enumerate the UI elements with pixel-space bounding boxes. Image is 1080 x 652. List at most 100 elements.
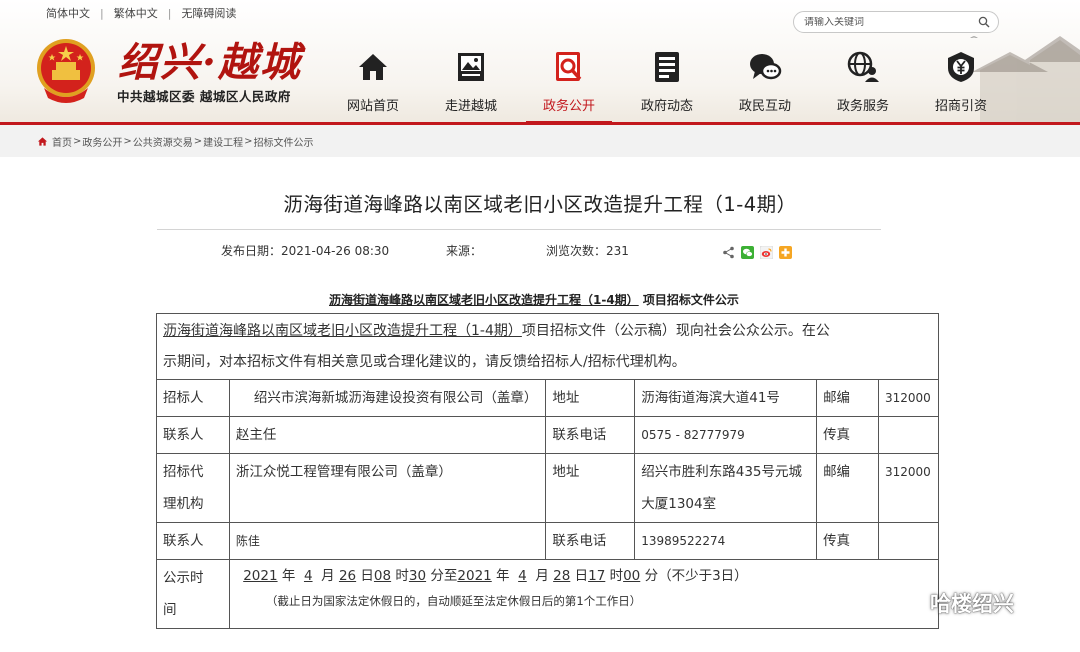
breadcrumb-construction[interactable]: 建设工程 xyxy=(203,134,243,149)
end-day: 28 xyxy=(553,568,571,584)
breadcrumb-home[interactable]: 首页 xyxy=(52,134,72,149)
nav-label: 政民互动 xyxy=(738,99,791,114)
agency-fax-value xyxy=(877,522,940,560)
table-row: 招标代 理机构 浙江众悦工程管理有限公司（盖章） 地址 绍兴市胜利东路435号元… xyxy=(156,453,940,523)
agency-address-value: 绍兴市胜利东路435号元城大厦1304室 xyxy=(634,453,818,523)
share-bar xyxy=(722,244,792,260)
table-row: 沥海街道海峰路以南区域老旧小区改造提升工程（1-4期）项目招标文件（公示稿）现向… xyxy=(156,313,939,380)
year-label: 年 xyxy=(281,568,296,584)
breadcrumb: 首页 > 政务公开 > 公共资源交易 > 建设工程 > 招标文件公示 xyxy=(0,125,1080,157)
wechat-logo-icon xyxy=(888,588,923,617)
qzone-icon[interactable] xyxy=(779,244,792,259)
agency-postcode-label: 邮编 xyxy=(816,453,879,523)
breadcrumb-separator: > xyxy=(73,135,82,147)
nav-label: 网站首页 xyxy=(346,99,399,114)
agency-phone-label: 联系电话 xyxy=(545,522,636,560)
minute-label: 分 xyxy=(644,568,659,584)
tenderer-address-label: 地址 xyxy=(545,379,636,417)
nav-item-interaction[interactable]: 政民互动 xyxy=(716,44,814,122)
intro-cell: 沥海街道海峰路以南区域老旧小区改造提升工程（1-4期）项目招标文件（公示稿）现向… xyxy=(156,313,939,380)
nav-item-home[interactable]: 网站首页 xyxy=(324,44,422,122)
site-subtitle: 中共越城区委 越城区人民政府 xyxy=(117,89,291,104)
day-label: 日 xyxy=(574,568,589,584)
tenderer-phone-value: 0575 - 82777979 xyxy=(634,416,818,454)
breadcrumb-separator: > xyxy=(244,135,253,147)
wechat-watermark: 哈楼绍兴 xyxy=(888,588,1014,618)
tenderer-phone-label: 联系电话 xyxy=(545,416,636,454)
hour-label: 时 xyxy=(609,568,624,584)
agency-contact-label: 联系人 xyxy=(156,522,230,560)
tenderer-label: 招标人 xyxy=(156,379,230,417)
table-row: 联系人 陈佳 联系电话 13989522274 传真 xyxy=(156,522,940,560)
search-input[interactable] xyxy=(804,16,969,28)
nav-item-services[interactable]: 政务服务 xyxy=(814,44,912,122)
period-range: 2021 年 4 月 26 日08 时30 分至2021 年 4 月 28 日1… xyxy=(238,562,932,590)
nav-label: 招商引资 xyxy=(934,99,987,114)
chat-icon xyxy=(750,54,782,80)
top-link-simplified[interactable]: 简体中文 xyxy=(46,5,90,21)
source: 来源： xyxy=(446,242,482,259)
nav-label: 走进越城 xyxy=(444,99,497,114)
picture-icon xyxy=(458,53,484,81)
breadcrumb-gov-affairs[interactable]: 政务公开 xyxy=(82,134,122,149)
table-row: 联系人 赵主任 联系电话 0575 - 82777979 传真 xyxy=(156,416,940,454)
search-box xyxy=(793,11,999,33)
nav-label: 政府动态 xyxy=(640,99,693,114)
period-note: （不少于3日） xyxy=(658,568,748,584)
breadcrumb-separator: > xyxy=(193,135,203,147)
subheading-project-name: 沥海街道海峰路以南区域老旧小区改造提升工程（1-4期） xyxy=(329,293,639,307)
tenderer-fax-value xyxy=(877,416,940,454)
source-label: 来源： xyxy=(446,244,483,258)
nav-item-news[interactable]: 政府动态 xyxy=(618,44,716,122)
top-link-traditional[interactable]: 繁体中文 xyxy=(114,5,158,21)
title-divider xyxy=(157,229,881,230)
period-label-line-1: 公示时 xyxy=(163,570,204,586)
minute-to-label: 分至 xyxy=(430,568,458,584)
hour-label: 时 xyxy=(395,568,409,584)
share-icon[interactable] xyxy=(722,244,735,259)
period-value: 2021 年 4 月 26 日08 时30 分至2021 年 4 月 28 日1… xyxy=(228,559,940,629)
nav-item-gov-affairs[interactable]: 政务公开 xyxy=(520,44,618,122)
national-emblem-logo xyxy=(37,39,95,103)
period-label-line-2: 间 xyxy=(163,602,177,618)
view-count: 浏览次数：231 xyxy=(546,242,629,259)
top-link-accessible[interactable]: 无障碍阅读 xyxy=(181,5,236,21)
watermark-text: 哈楼绍兴 xyxy=(930,592,1014,616)
start-day: 26 xyxy=(338,568,357,584)
intro-text-1: 项目招标文件（公示稿）现向社会公众公示。在公 xyxy=(521,323,830,339)
publish-label: 发布日期： xyxy=(221,244,282,258)
divider: | xyxy=(100,6,104,20)
site-header: 简体中文 | 繁体中文 | 无障碍阅读 绍兴·越城 中共越城区委 越城区人民政府… xyxy=(0,0,1080,122)
views-label: 浏览次数： xyxy=(546,244,607,258)
period-footnote: （截止日为国家法定休假日的，自动顺延至法定休假日后的第1个工作日） xyxy=(265,594,642,608)
breadcrumb-public-trade[interactable]: 公共资源交易 xyxy=(133,134,193,149)
globe-user-icon xyxy=(847,51,879,82)
tenderer-contact-label: 联系人 xyxy=(156,416,230,454)
weibo-icon[interactable] xyxy=(759,244,774,260)
publish-date: 发布日期：2021-04-26 08:30 xyxy=(221,242,389,259)
tenderer-postcode-value: 312000 xyxy=(877,379,940,417)
home-icon xyxy=(37,136,48,146)
tenderer-value: 绍兴市滨海新城沥海建设投资有限公司（盖章） xyxy=(228,379,547,417)
start-month: 4 xyxy=(303,568,313,584)
end-year: 2021 xyxy=(457,568,492,584)
main-nav: 网站首页 走进越城 政务公开 政府动态 政民互动 政务服务 招商引资 xyxy=(324,44,1010,122)
search-icon[interactable] xyxy=(978,16,990,28)
breadcrumb-current[interactable]: 招标文件公示 xyxy=(254,134,314,149)
nav-item-investment[interactable]: 招商引资 xyxy=(912,44,1010,122)
yen-shield-icon xyxy=(948,52,974,82)
day-label: 日 xyxy=(360,568,374,584)
table-row: 招标人 绍兴市滨海新城沥海建设投资有限公司（盖章） 地址 沥海街道海滨大道41号… xyxy=(156,379,940,417)
start-hour: 08 xyxy=(373,568,392,584)
year-label: 年 xyxy=(496,568,510,584)
month-label: 月 xyxy=(321,568,335,584)
article-title: 沥海街道海峰路以南区域老旧小区改造提升工程（1-4期） xyxy=(283,193,797,216)
wechat-icon[interactable] xyxy=(741,244,754,259)
nav-item-about[interactable]: 走进越城 xyxy=(422,44,520,122)
home-icon xyxy=(359,54,387,80)
top-links: 简体中文 | 繁体中文 | 无障碍阅读 xyxy=(46,5,236,21)
start-minute: 30 xyxy=(408,568,427,584)
agency-fax-label: 传真 xyxy=(816,522,879,560)
end-month: 4 xyxy=(518,568,527,584)
divider: | xyxy=(167,6,172,20)
